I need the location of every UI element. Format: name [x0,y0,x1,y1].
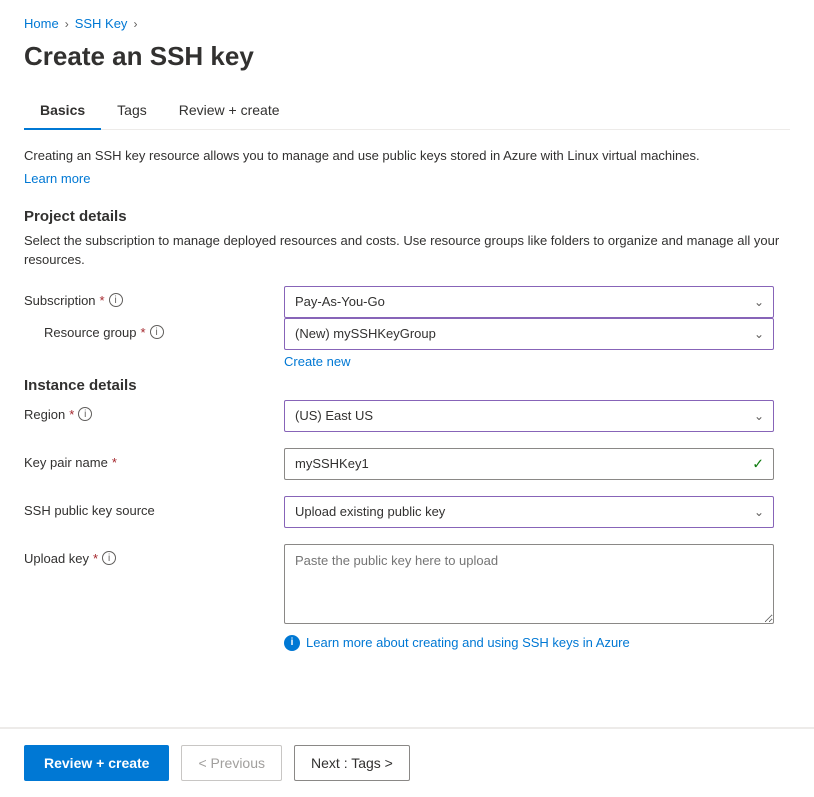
create-new-link[interactable]: Create new [284,354,774,369]
ssh-learn-more-row: i Learn more about creating and using SS… [284,635,774,651]
resource-group-required: * [141,325,146,340]
upload-key-label: Upload key * i [24,544,284,566]
breadcrumb-sep-1: › [65,17,69,31]
page-title: Create an SSH key [24,41,790,72]
basics-description: Creating an SSH key resource allows you … [24,146,790,166]
resource-group-dropdown[interactable]: (New) mySSHKeyGroup [284,318,774,350]
breadcrumb: Home › SSH Key › [24,16,790,31]
tabs-container: Basics Tags Review + create [24,92,790,130]
key-pair-name-check-icon: ✓ [752,455,764,472]
ssh-source-dropdown-wrapper: Upload existing public key Generate new … [284,496,774,528]
upload-key-textarea[interactable] [284,544,774,624]
ssh-learn-more-link[interactable]: Learn more about creating and using SSH … [306,635,630,650]
breadcrumb-sep-2: › [133,17,137,31]
project-details-description: Select the subscription to manage deploy… [24,231,790,270]
ssh-source-label: SSH public key source [24,496,284,518]
region-info-icon[interactable]: i [78,407,92,421]
previous-button[interactable]: < Previous [181,745,282,781]
instance-details-title: Instance details [24,377,790,394]
resource-group-info-icon[interactable]: i [150,325,164,339]
review-create-button[interactable]: Review + create [24,745,169,781]
learn-more-link[interactable]: Learn more [24,171,90,186]
key-pair-name-input-wrapper: ✓ [284,448,774,480]
breadcrumb-home[interactable]: Home [24,16,59,31]
ssh-source-dropdown[interactable]: Upload existing public key Generate new … [284,496,774,528]
region-dropdown-wrapper: (US) East US ⌄ [284,400,774,432]
tab-review-create[interactable]: Review + create [163,92,296,130]
region-required: * [69,407,74,422]
region-dropdown[interactable]: (US) East US [284,400,774,432]
key-pair-name-label: Key pair name * [24,448,284,470]
subscription-info-icon[interactable]: i [109,293,123,307]
resource-group-label: Resource group * i [24,318,284,340]
project-details-title: Project details [24,208,790,225]
subscription-label: Subscription * i [24,286,284,308]
tab-tags[interactable]: Tags [101,92,163,130]
breadcrumb-ssh-key[interactable]: SSH Key [75,16,128,31]
subscription-control: Pay-As-You-Go ⌄ [284,286,774,318]
upload-key-info-icon[interactable]: i [102,551,116,565]
region-label: Region * i [24,400,284,422]
resource-group-control: (New) mySSHKeyGroup ⌄ Create new [284,318,774,369]
next-button[interactable]: Next : Tags > [294,745,410,781]
ssh-source-control: Upload existing public key Generate new … [284,496,774,528]
region-control: (US) East US ⌄ [284,400,774,432]
subscription-required: * [100,293,105,308]
tab-basics[interactable]: Basics [24,92,101,130]
footer: Review + create < Previous Next : Tags > [0,728,814,797]
upload-key-control: i Learn more about creating and using SS… [284,544,774,651]
subscription-dropdown-wrapper: Pay-As-You-Go ⌄ [284,286,774,318]
resource-group-dropdown-wrapper: (New) mySSHKeyGroup ⌄ [284,318,774,350]
key-pair-name-control: ✓ [284,448,774,480]
upload-key-required: * [93,551,98,566]
key-pair-name-required: * [112,455,117,470]
ssh-info-icon: i [284,635,300,651]
subscription-dropdown[interactable]: Pay-As-You-Go [284,286,774,318]
key-pair-name-input[interactable] [284,448,774,480]
